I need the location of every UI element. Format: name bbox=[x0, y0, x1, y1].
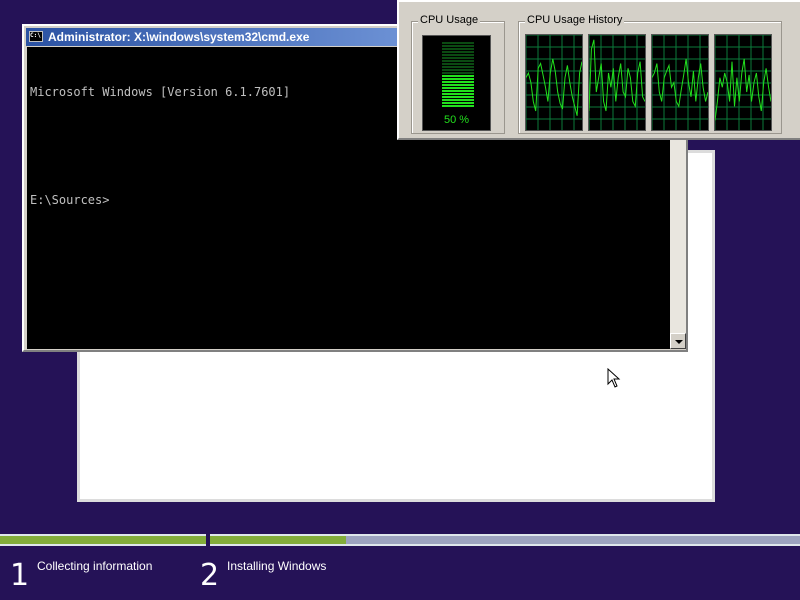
progress-step-installing bbox=[210, 534, 800, 546]
cpu-history-label: CPU Usage History bbox=[525, 14, 625, 26]
cmd-console-icon[interactable]: C:\ bbox=[29, 31, 43, 42]
cpu-meter-segment bbox=[442, 93, 474, 95]
cpu-meter-bars bbox=[442, 42, 474, 109]
cpu-meter-segment bbox=[442, 51, 474, 53]
progress-step-collecting bbox=[0, 534, 206, 546]
step-label: Installing Windows bbox=[227, 559, 327, 573]
cpu-meter-segment bbox=[442, 60, 474, 62]
cpu-usage-meter: 50 % bbox=[422, 35, 491, 131]
cpu-usage-label: CPU Usage bbox=[418, 14, 481, 26]
cmd-title: Administrator: X:\windows\system32\cmd.e… bbox=[48, 30, 310, 44]
progress-step-installing-fill bbox=[210, 536, 346, 544]
cpu-meter-segment bbox=[442, 105, 474, 107]
cpu-meter-segment bbox=[442, 102, 474, 104]
cpu-percent-text: 50 % bbox=[443, 114, 470, 126]
cpu-meter-segment bbox=[442, 84, 474, 86]
cpu-meter-segment bbox=[442, 96, 474, 98]
cpu-meter-segment bbox=[442, 78, 474, 80]
cpu-meter-segment bbox=[442, 72, 474, 74]
cpu-meter-segment bbox=[442, 81, 474, 83]
cpu-usage-group: CPU Usage 50 % bbox=[411, 14, 505, 134]
cpu-history-graph bbox=[525, 34, 583, 131]
console-prompt: E:\Sources> bbox=[30, 193, 110, 207]
cpu-meter-segment bbox=[442, 48, 474, 50]
cpu-history-graph bbox=[714, 34, 772, 131]
setup-progress-bar bbox=[0, 534, 800, 546]
step-label: Collecting information bbox=[37, 559, 153, 573]
cpu-meter-segment bbox=[442, 75, 474, 77]
cpu-meter-segment bbox=[442, 54, 474, 56]
cpu-meter-segment bbox=[442, 63, 474, 65]
cpu-meter-segment bbox=[442, 66, 474, 68]
step-number: 1 bbox=[10, 558, 30, 593]
cpu-meter-segment bbox=[442, 69, 474, 71]
scroll-down-arrow-icon[interactable] bbox=[670, 333, 686, 349]
cpu-history-graph bbox=[588, 34, 646, 131]
mouse-pointer-icon bbox=[607, 368, 621, 388]
cpu-history-graph bbox=[651, 34, 709, 131]
cpu-meter-segment bbox=[442, 99, 474, 101]
cpu-meter-segment bbox=[442, 42, 474, 44]
cpu-meter-segment bbox=[442, 87, 474, 89]
task-manager-performance-panel: CPU Usage 50 % CPU Usage History bbox=[397, 0, 800, 140]
cpu-meter-segment bbox=[442, 45, 474, 47]
cpu-meter-segment bbox=[442, 90, 474, 92]
cpu-meter-segment bbox=[442, 57, 474, 59]
cpu-history-group: CPU Usage History bbox=[518, 14, 782, 134]
step-number: 2 bbox=[200, 558, 220, 593]
